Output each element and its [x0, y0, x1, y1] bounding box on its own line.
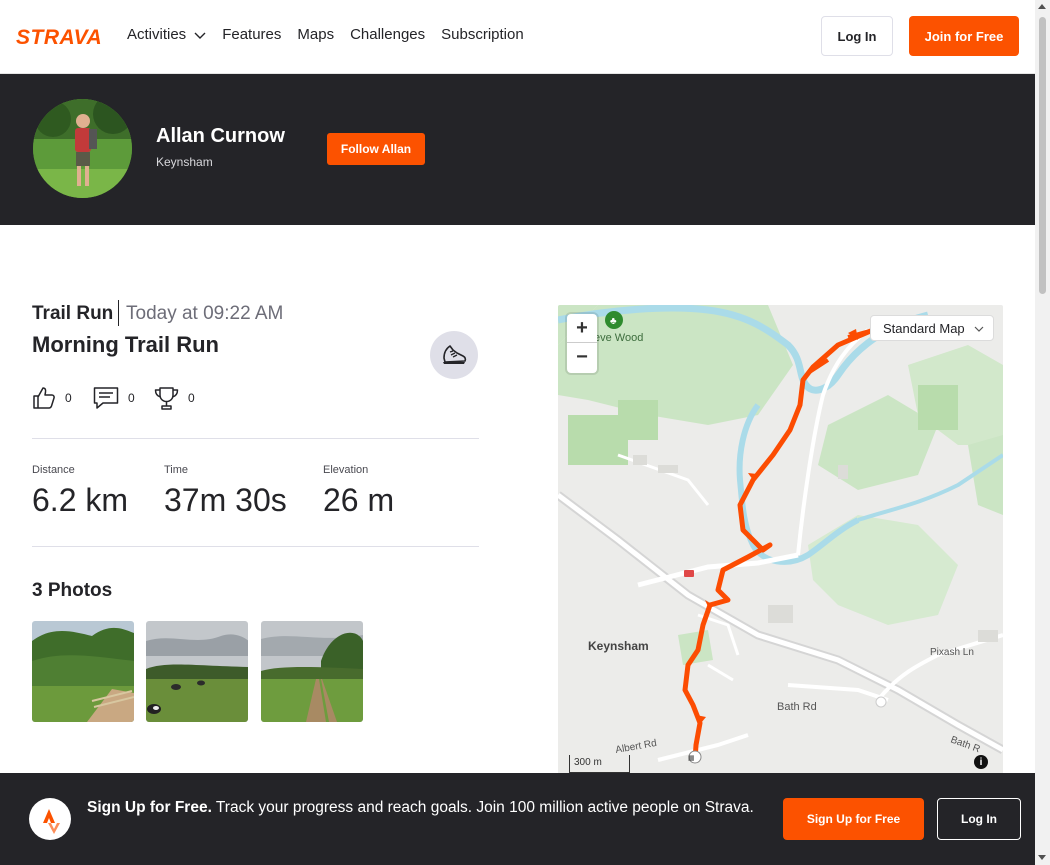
trail-shoe-icon — [430, 331, 478, 379]
photo-thumbnail[interactable] — [146, 621, 248, 722]
nav-subscription-label: Subscription — [441, 26, 524, 43]
nav-subscription[interactable]: Subscription — [441, 26, 524, 44]
nav-challenges[interactable]: Challenges — [350, 26, 425, 44]
follow-button[interactable]: Follow Allan — [327, 133, 425, 165]
kudos-button[interactable]: 0 — [32, 384, 72, 412]
comments-count: 0 — [128, 391, 135, 405]
title-separator — [118, 300, 119, 326]
login-button[interactable]: Log In — [821, 16, 893, 56]
nav-challenges-label: Challenges — [350, 26, 426, 43]
main-nav: Activities Features Maps Challenges Subs… — [127, 26, 540, 44]
banner-login-button[interactable]: Log In — [937, 798, 1021, 840]
stat-elevation-label: Elevation — [323, 464, 369, 476]
photos-title: 3 Photos — [32, 580, 113, 601]
map-style-value: Standard Map — [883, 320, 965, 336]
strava-mark-icon — [29, 798, 71, 840]
nav-features[interactable]: Features — [222, 26, 281, 44]
comment-icon — [93, 387, 119, 409]
stat-distance-value: 6.2 km — [32, 482, 129, 518]
chevron-down-icon — [194, 32, 206, 39]
activity-date: Today at 09:22 AM — [126, 303, 284, 324]
join-for-free-button[interactable]: Join for Free — [909, 16, 1019, 56]
stat-time-label: Time — [164, 464, 189, 476]
activity-title: Morning Trail Run — [32, 332, 219, 357]
stat-distance-label: Distance — [32, 464, 75, 476]
kudos-count: 0 — [65, 391, 72, 405]
map-canvas: ▦ ♣ eve Wood Keynsham Bath Rd Albert Rd … — [558, 305, 1003, 764]
map-label-bath-rd: Bath Rd — [777, 701, 817, 713]
nav-features-label: Features — [222, 26, 282, 43]
stats-divider-bottom — [32, 546, 479, 547]
svg-text:♣: ♣ — [610, 316, 617, 327]
thumbs-up-icon — [33, 387, 55, 409]
map-label-town: Keynsham — [588, 639, 649, 653]
athlete-location: Keynsham — [156, 155, 213, 169]
banner-body: Track your progress and reach goals. Joi… — [215, 799, 754, 816]
athlete-avatar[interactable] — [33, 99, 132, 198]
avatar-photo — [33, 99, 132, 198]
stat-time-value: 37m 30s — [164, 482, 287, 518]
scroll-thumb[interactable] — [1039, 17, 1046, 294]
stats-divider-top — [32, 438, 479, 439]
nav-maps[interactable]: Maps — [297, 26, 334, 44]
achievements-button[interactable]: 0 — [154, 384, 195, 412]
chevron-down-icon — [974, 326, 984, 332]
scroll-down-arrow[interactable] — [1038, 855, 1046, 860]
trophy-icon — [154, 386, 179, 410]
signup-button[interactable]: Sign Up for Free — [783, 798, 924, 840]
map-label-pixash-ln: Pixash Ln — [930, 647, 974, 658]
zoom-out-button[interactable]: − — [567, 343, 597, 372]
achievements-count: 0 — [188, 391, 195, 405]
photo-thumbnail[interactable] — [32, 621, 134, 722]
map-scale-label: 300 m — [574, 757, 602, 768]
nav-activities-label: Activities — [127, 26, 187, 43]
athlete-name[interactable]: Allan Curnow — [156, 125, 285, 148]
activity-map[interactable]: ▦ ♣ eve Wood Keynsham Bath Rd Albert Rd … — [558, 305, 1003, 775]
zoom-controls: + − — [567, 314, 597, 373]
comments-button[interactable]: 0 — [93, 384, 135, 412]
page-scrollbar[interactable] — [1035, 0, 1050, 865]
map-label-albert-rd: Albert Rd — [615, 738, 658, 756]
svg-text:▦: ▦ — [688, 755, 695, 762]
activity-type: Trail Run — [32, 303, 114, 324]
zoom-in-button[interactable]: + — [567, 314, 597, 343]
scroll-up-arrow[interactable] — [1038, 4, 1046, 9]
map-label-wood: eve Wood — [594, 332, 643, 344]
athlete-header: Allan Curnow Keynsham Follow Allan — [0, 74, 1035, 225]
nav-maps-label: Maps — [297, 26, 335, 43]
banner-headline: Sign Up for Free. — [87, 799, 212, 816]
top-nav: STRAVA Activities Features Maps Challeng… — [0, 0, 1035, 74]
signup-banner: Sign Up for Free. Track your progress an… — [0, 773, 1035, 865]
map-style-select[interactable]: Standard Map — [870, 315, 994, 341]
strava-logo[interactable]: STRAVA — [16, 26, 112, 46]
nav-activities[interactable]: Activities — [127, 26, 206, 44]
svg-text:STRAVA: STRAVA — [16, 26, 102, 46]
stat-elevation-value: 26 m — [323, 482, 395, 518]
page: STRAVA Activities Features Maps Challeng… — [0, 0, 1035, 865]
info-icon[interactable]: i — [974, 755, 988, 769]
banner-message: Sign Up for Free. Track your progress an… — [87, 797, 767, 819]
photo-thumbnail[interactable] — [261, 621, 363, 722]
